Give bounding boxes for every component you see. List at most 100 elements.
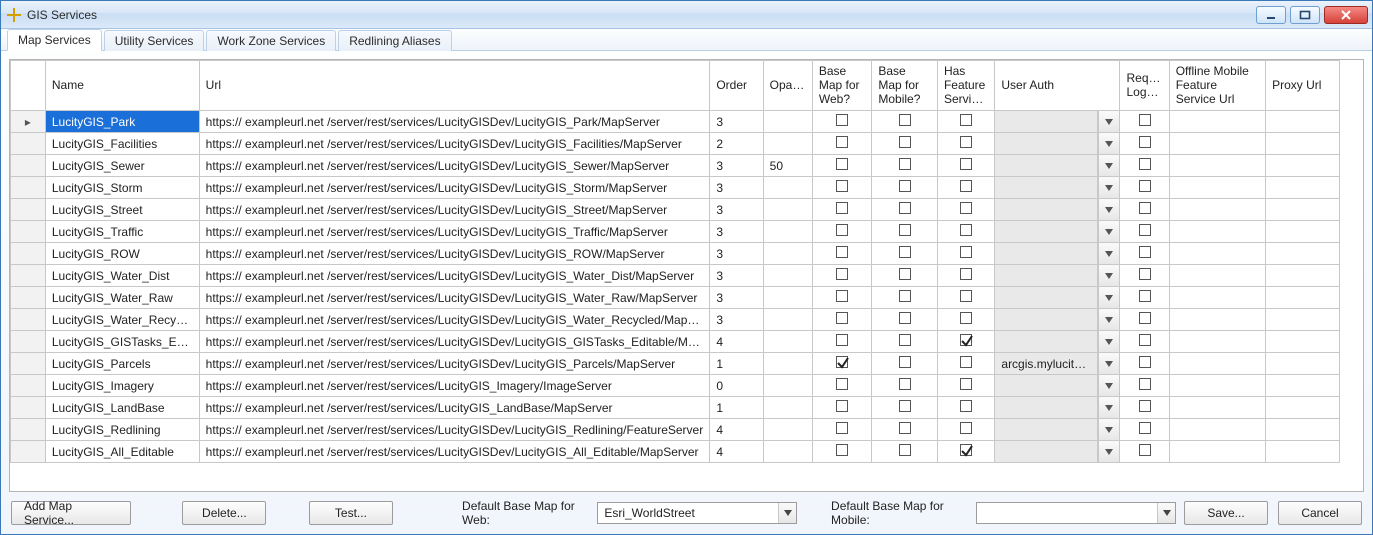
cell-url[interactable]: https:// exampleurl.net /server/rest/ser… (199, 353, 710, 375)
cell-name[interactable]: LucityGIS_Imagery (45, 375, 199, 397)
checkbox[interactable] (1139, 356, 1151, 368)
cell-opacity[interactable] (763, 309, 812, 331)
checkbox[interactable] (960, 290, 972, 302)
cell-order[interactable]: 4 (710, 419, 763, 441)
cell-base-mobile[interactable] (872, 287, 938, 309)
cell-base-web[interactable] (812, 419, 871, 441)
table-row[interactable]: LucityGIS_Water_Rawhttps:// exampleurl.n… (11, 287, 1340, 309)
cell-proxy-url[interactable] (1266, 177, 1340, 199)
cell-offline-url[interactable] (1169, 177, 1265, 199)
cell-url[interactable]: https:// exampleurl.net /server/rest/ser… (199, 177, 710, 199)
cell-name[interactable]: LucityGIS_Redlining (45, 419, 199, 441)
cell-base-mobile[interactable] (872, 331, 938, 353)
checkbox[interactable] (960, 202, 972, 214)
cell-url[interactable]: https:// exampleurl.net /server/rest/ser… (199, 331, 710, 353)
cell-base-web[interactable] (812, 221, 871, 243)
cell-name[interactable]: LucityGIS_Parcels (45, 353, 199, 375)
cell-url[interactable]: https:// exampleurl.net /server/rest/ser… (199, 243, 710, 265)
checkbox[interactable] (899, 400, 911, 412)
tab-redlining-aliases[interactable]: Redlining Aliases (338, 30, 451, 51)
cell-has-feature[interactable] (937, 133, 994, 155)
cell-order[interactable]: 4 (710, 331, 763, 353)
cell-base-web[interactable] (812, 133, 871, 155)
cell-has-feature[interactable] (937, 199, 994, 221)
cell-require-logon[interactable] (1120, 243, 1169, 265)
checkbox[interactable] (836, 268, 848, 280)
cell-opacity[interactable] (763, 133, 812, 155)
cell-order[interactable]: 3 (710, 221, 763, 243)
table-row[interactable]: LucityGIS_ROWhttps:// exampleurl.net /se… (11, 243, 1340, 265)
cell-url[interactable]: https:// exampleurl.net /server/rest/ser… (199, 441, 710, 463)
cell-proxy-url[interactable] (1266, 221, 1340, 243)
cell-order[interactable]: 3 (710, 111, 763, 133)
table-row[interactable]: LucityGIS_Facilitieshttps:// exampleurl.… (11, 133, 1340, 155)
cell-opacity[interactable] (763, 199, 812, 221)
cell-user-auth[interactable] (995, 419, 1098, 441)
checkbox[interactable] (899, 158, 911, 170)
cell-order[interactable]: 3 (710, 243, 763, 265)
cell-user-auth[interactable] (995, 331, 1098, 353)
cell-order[interactable]: 1 (710, 353, 763, 375)
cell-require-logon[interactable] (1120, 287, 1169, 309)
checkbox[interactable] (836, 334, 848, 346)
cell-user-auth-dropdown[interactable] (1097, 221, 1120, 243)
checkbox[interactable] (836, 246, 848, 258)
cell-base-mobile[interactable] (872, 309, 938, 331)
cell-user-auth[interactable] (995, 243, 1098, 265)
cell-base-mobile[interactable] (872, 353, 938, 375)
cell-user-auth-dropdown[interactable] (1097, 353, 1120, 375)
cell-url[interactable]: https:// exampleurl.net /server/rest/ser… (199, 287, 710, 309)
test-button[interactable]: Test... (309, 501, 393, 525)
cancel-button[interactable]: Cancel (1278, 501, 1362, 525)
cell-user-auth[interactable] (995, 177, 1098, 199)
checkbox[interactable] (960, 378, 972, 390)
checkbox[interactable] (960, 312, 972, 324)
cell-base-web[interactable] (812, 287, 871, 309)
cell-proxy-url[interactable] (1266, 309, 1340, 331)
tab-map-services[interactable]: Map Services (7, 29, 102, 51)
cell-offline-url[interactable] (1169, 155, 1265, 177)
checkbox[interactable] (960, 268, 972, 280)
cell-user-auth-dropdown[interactable] (1097, 419, 1120, 441)
cell-offline-url[interactable] (1169, 221, 1265, 243)
header-url[interactable]: Url (199, 61, 710, 111)
cell-base-mobile[interactable] (872, 177, 938, 199)
checkbox[interactable] (899, 444, 911, 456)
grid-scroll[interactable]: Name Url Order Opacity Base Map for Web?… (10, 60, 1363, 491)
cell-base-mobile[interactable] (872, 243, 938, 265)
cell-order[interactable]: 3 (710, 309, 763, 331)
checkbox[interactable] (836, 444, 848, 456)
cell-proxy-url[interactable] (1266, 353, 1340, 375)
cell-order[interactable]: 1 (710, 397, 763, 419)
cell-has-feature[interactable] (937, 221, 994, 243)
checkbox[interactable] (1139, 444, 1151, 456)
cell-name[interactable]: LucityGIS_ROW (45, 243, 199, 265)
table-row[interactable]: LucityGIS_All_Editablehttps:// exampleur… (11, 441, 1340, 463)
cell-name[interactable]: LucityGIS_Water_Recycled (45, 309, 199, 331)
cell-base-web[interactable] (812, 155, 871, 177)
tab-utility-services[interactable]: Utility Services (104, 30, 205, 51)
cell-has-feature[interactable] (937, 353, 994, 375)
checkbox[interactable] (836, 114, 848, 126)
cell-name[interactable]: LucityGIS_Traffic (45, 221, 199, 243)
header-base-web[interactable]: Base Map for Web? (812, 61, 871, 111)
cell-order[interactable]: 2 (710, 133, 763, 155)
cell-url[interactable]: https:// exampleurl.net /server/rest/ser… (199, 265, 710, 287)
table-row[interactable]: LucityGIS_Stormhttps:// exampleurl.net /… (11, 177, 1340, 199)
cell-opacity[interactable] (763, 375, 812, 397)
tab-work-zone-services[interactable]: Work Zone Services (206, 30, 336, 51)
cell-offline-url[interactable] (1169, 265, 1265, 287)
checkbox[interactable] (899, 246, 911, 258)
checkbox[interactable] (899, 290, 911, 302)
cell-user-auth-dropdown[interactable] (1097, 155, 1120, 177)
cell-url[interactable]: https:// exampleurl.net /server/rest/ser… (199, 397, 710, 419)
cell-offline-url[interactable] (1169, 353, 1265, 375)
cell-base-mobile[interactable] (872, 199, 938, 221)
checkbox[interactable] (960, 158, 972, 170)
cell-offline-url[interactable] (1169, 133, 1265, 155)
maximize-button[interactable] (1290, 6, 1320, 24)
table-row[interactable]: ▸LucityGIS_Parkhttps:// exampleurl.net /… (11, 111, 1340, 133)
cell-opacity[interactable] (763, 265, 812, 287)
cell-name[interactable]: LucityGIS_LandBase (45, 397, 199, 419)
checkbox[interactable] (1139, 202, 1151, 214)
